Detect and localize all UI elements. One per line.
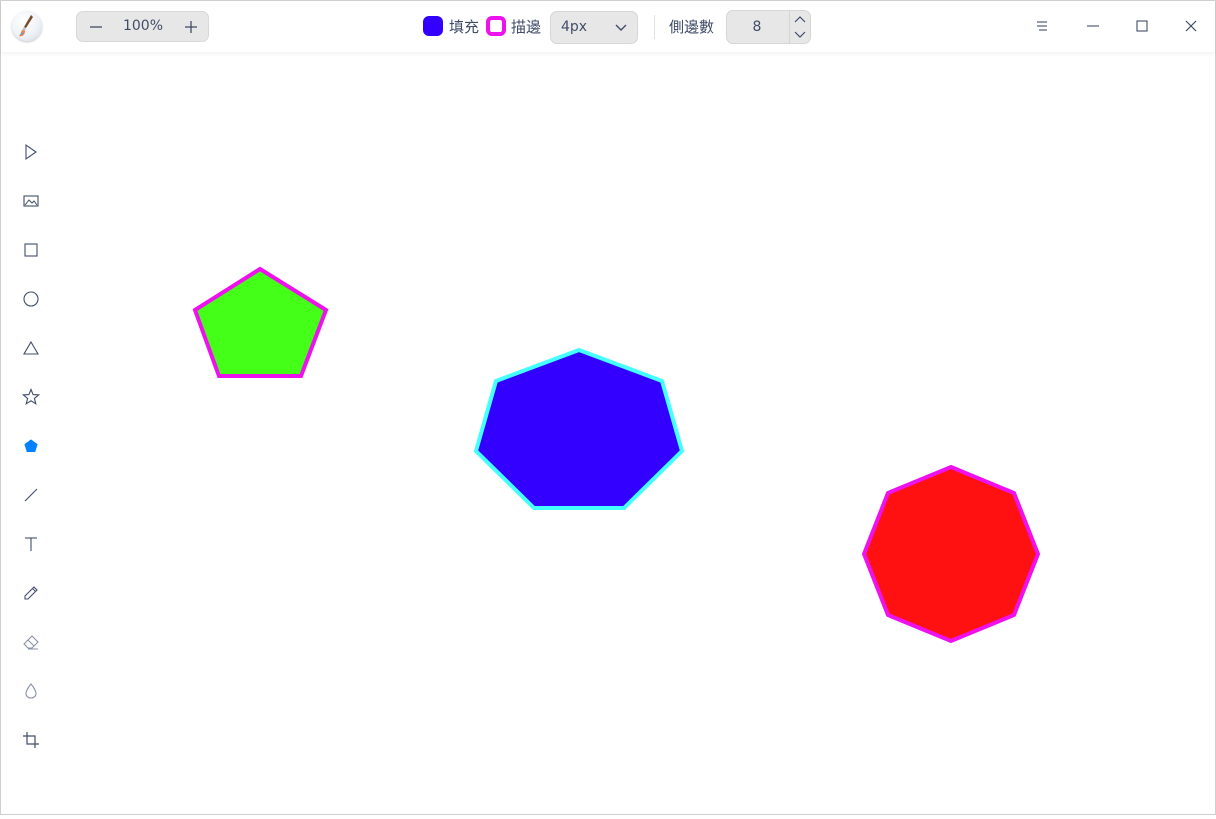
zoom-in-button[interactable] [173,12,209,41]
line-width-select[interactable]: 4px [550,11,638,44]
toolbar-divider [654,15,655,39]
sides-decrement-button[interactable] [790,27,810,43]
fill-label: 填充 [449,18,480,36]
canvas-surface [192,266,1041,644]
menu-button[interactable] [1027,11,1057,41]
zoom-out-button[interactable] [78,12,114,41]
sides-value[interactable]: 8 [727,11,787,43]
fill-color-swatch[interactable] [423,16,443,36]
maximize-icon [1136,20,1148,32]
heptagon-shape[interactable] [473,347,685,510]
minus-icon [90,25,102,28]
sides-spinbox[interactable]: 8 [726,10,811,44]
maximize-button[interactable] [1127,11,1157,41]
chevron-down-icon [615,24,627,31]
sides-label: 側邊數 [669,18,715,36]
plus-icon [185,20,197,33]
app-window: 100% 填充 描邊 4px 側邊數 8 [0,0,1216,815]
octagon-shape[interactable] [861,464,1041,644]
stroke-color-swatch[interactable] [486,16,506,36]
line-width-value: 4px [561,19,588,35]
minimize-icon [1087,25,1099,27]
minimize-button[interactable] [1078,11,1108,41]
close-button[interactable] [1176,11,1206,41]
titlebar: 100% 填充 描邊 4px 側邊數 8 [1,1,1215,52]
chevron-down-icon [794,31,806,38]
stroke-label: 描邊 [511,18,542,36]
close-icon [1185,20,1197,32]
zoom-control: 100% [76,11,209,42]
chevron-up-icon [794,16,806,23]
drawing-canvas[interactable] [1,53,1215,815]
sides-increment-button[interactable] [790,11,810,27]
menu-icon [1037,21,1047,31]
zoom-level: 100% [122,18,164,34]
pentagon-shape[interactable] [192,266,329,378]
